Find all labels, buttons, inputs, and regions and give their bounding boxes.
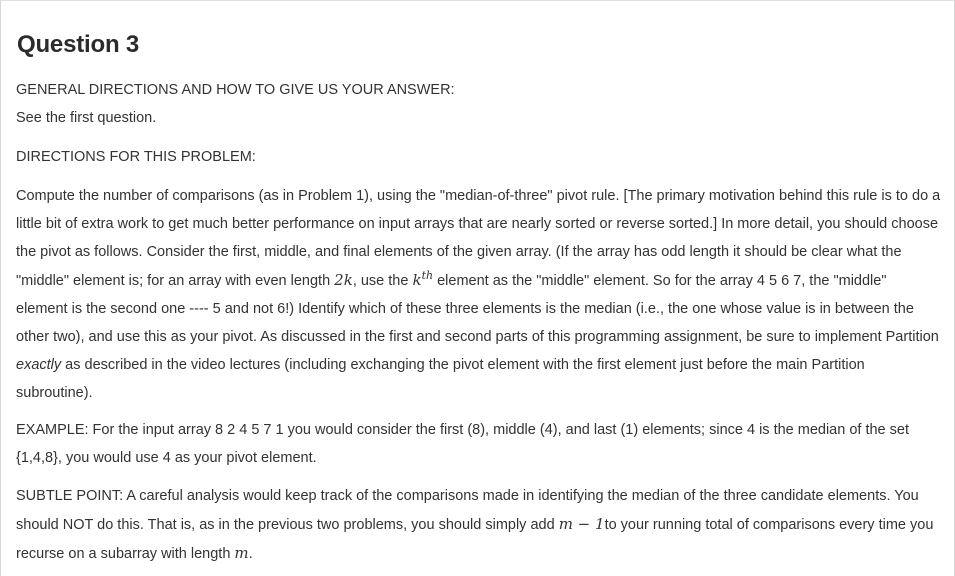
emphasis-exactly: exactly: [16, 357, 62, 373]
problem-description: Compute the number of comparisons (as in…: [16, 182, 941, 407]
description-part-2: , use the: [352, 273, 413, 289]
math-m: m: [234, 544, 249, 562]
example-paragraph: EXAMPLE: For the input array 8 2 4 5 7 1…: [16, 422, 909, 466]
general-directions-heading: GENERAL DIRECTIONS AND HOW TO GIVE US YO…: [16, 82, 455, 98]
description-part-4: as described in the video lectures (incl…: [16, 357, 865, 401]
subtle-part-3: .: [248, 546, 253, 562]
math-2k: 2k: [334, 271, 353, 289]
general-directions-text: See the first question.: [16, 110, 157, 126]
question-title: Question 3: [17, 31, 140, 58]
math-th-superscript: th: [421, 269, 434, 282]
subtle-point-paragraph: SUBTLE POINT: A careful analysis would k…: [16, 482, 941, 568]
problem-directions-heading: DIRECTIONS FOR THIS PROBLEM:: [16, 149, 256, 165]
math-k: k: [412, 271, 422, 289]
math-m-minus-1: m − 1: [558, 515, 605, 533]
